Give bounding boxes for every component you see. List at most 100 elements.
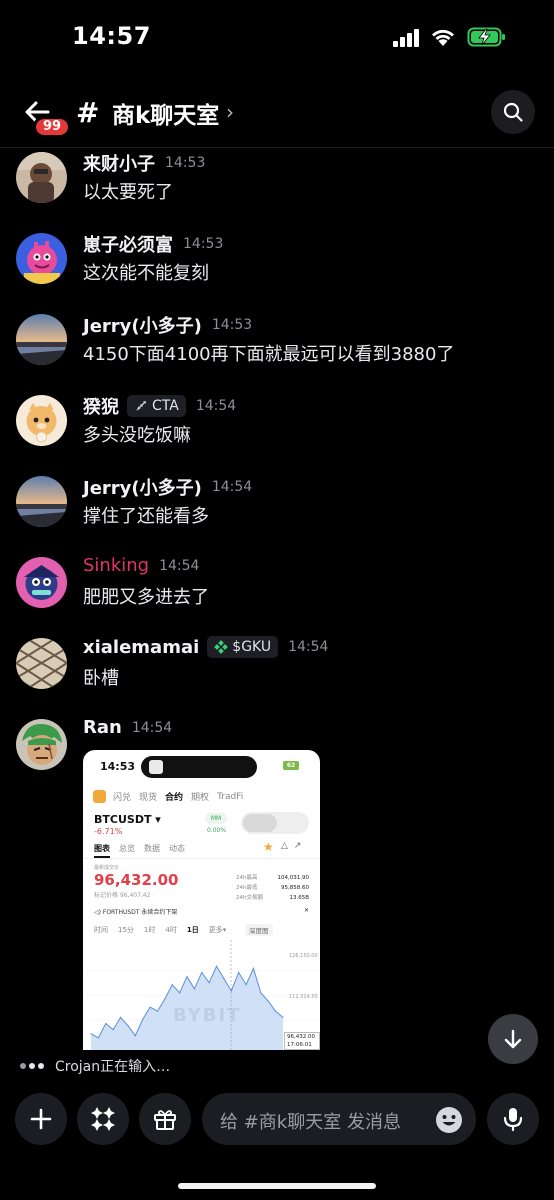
- current-time: 17:06:01: [287, 1042, 312, 1048]
- author-name[interactable]: Jerry(小多子): [83, 474, 202, 500]
- notice-banner: ◁) FORTHUSDT 永续合约下架 ✕: [94, 907, 309, 916]
- channel-name[interactable]: 商k聊天室: [112, 96, 219, 130]
- price-point: [230, 990, 232, 992]
- view-toggle: [241, 812, 309, 834]
- price-point: [164, 998, 166, 1000]
- interval: 15分: [118, 926, 134, 934]
- role-tag[interactable]: $GKU: [207, 636, 279, 658]
- add-button[interactable]: [15, 1093, 67, 1145]
- mm-value: 0.00%: [207, 827, 227, 834]
- nav-item: 现货: [139, 793, 158, 803]
- price-point: [105, 1022, 107, 1025]
- nav-item-active: 合约: [165, 793, 184, 803]
- price-point: [127, 1024, 129, 1027]
- message-time: 14:54: [131, 719, 173, 736]
- role-tag-label: $GKU: [232, 639, 272, 655]
- stat-label: 24h最低: [236, 885, 258, 891]
- green-hair-avatar[interactable]: [16, 719, 67, 770]
- stat-value: 95,858.60: [281, 885, 309, 891]
- divider: [83, 858, 320, 859]
- stats-values: 104,031.90 95,858.60 13.65B: [277, 873, 310, 903]
- message-text: 4150下面4100再下面就最远可以看到3880了: [83, 344, 455, 365]
- toggle-knob: [243, 814, 277, 832]
- price-point: [119, 1016, 122, 1018]
- cartoon-avatar[interactable]: [16, 557, 67, 608]
- channel-hash-icon: #: [76, 96, 100, 129]
- message-header: Jerry(小多子) 14:53: [83, 312, 252, 338]
- attachment-nav: 闪兑 现货 合约 期权 TradFi: [93, 790, 251, 803]
- search-button[interactable]: [491, 90, 535, 134]
- clover-icon: [214, 640, 229, 654]
- author-name[interactable]: Sinking: [83, 555, 149, 576]
- message-header: 崽子必须富 14:53: [83, 231, 223, 257]
- price-point: [179, 992, 181, 994]
- stat-value: 104,031.90: [277, 875, 310, 881]
- home-indicator: [178, 1183, 376, 1189]
- chevron-right-icon[interactable]: ›: [226, 100, 234, 124]
- notice-text: FORTHUSDT 永续合约下架: [102, 909, 178, 916]
- pink-monster-avatar[interactable]: [16, 233, 67, 284]
- mark-price: 标记价格 96,407.42: [94, 892, 151, 899]
- message-time: 14:54: [195, 398, 237, 414]
- floor-tile-avatar[interactable]: [16, 638, 67, 689]
- author-name[interactable]: Ran: [83, 717, 122, 738]
- message-time: 14:53: [211, 317, 253, 333]
- apps-button[interactable]: [77, 1093, 129, 1145]
- typing-indicator: Crojan正在输入…: [20, 1056, 170, 1076]
- tab: 动态: [169, 844, 185, 853]
- channel-header: 99 # 商k聊天室 ›: [0, 78, 554, 148]
- message-input[interactable]: 给 #商k聊天室 发消息: [202, 1093, 476, 1145]
- price-point: [149, 1006, 151, 1008]
- gift-icon: [154, 1110, 176, 1130]
- menu-icon: [93, 790, 106, 803]
- message-list[interactable]: 来财小子 14:53 以太要死了 崽子必须富 14:53 这次能不能复刻 Jer…: [0, 150, 554, 1050]
- author-name[interactable]: 来财小子: [83, 150, 155, 176]
- gift-button[interactable]: [139, 1093, 191, 1145]
- speaker-icon: ◁): [94, 909, 103, 916]
- price-point: [275, 1010, 277, 1012]
- price-point: [208, 982, 210, 984]
- axis-label: 126,150.00: [289, 953, 318, 959]
- battery-charging-icon: [467, 27, 505, 47]
- price-point: [201, 971, 203, 974]
- message-text: 卧槽: [83, 668, 119, 689]
- author-name[interactable]: 猤猊: [83, 393, 119, 419]
- figure-avatar[interactable]: [16, 152, 67, 203]
- voice-button[interactable]: [487, 1093, 539, 1145]
- message-header: Jerry(小多子) 14:54: [83, 474, 252, 500]
- sunset-river-avatar[interactable]: [16, 314, 67, 365]
- message-time: 14:53: [165, 155, 206, 171]
- stat-value: 13.65B: [289, 895, 309, 901]
- price-point: [267, 1000, 269, 1002]
- interval-active: 1日: [186, 926, 199, 934]
- emoji-icon[interactable]: [434, 1105, 464, 1135]
- role-tag[interactable]: CTA: [127, 395, 186, 417]
- sunset-river-avatar[interactable]: [16, 476, 67, 527]
- price-point: [252, 967, 255, 969]
- stat-label: 24h交易额: [236, 895, 263, 901]
- unread-badge: 99: [33, 116, 72, 138]
- message-text: 肥肥又多进去了: [83, 587, 209, 608]
- interval: 1时: [143, 926, 156, 934]
- message-text: 多头没吃饭嘛: [83, 425, 191, 446]
- message-input-placeholder: 给 #商k聊天室 发消息: [220, 1112, 401, 1133]
- author-name[interactable]: Jerry(小多子): [83, 312, 202, 338]
- nav-item: 期权: [191, 793, 210, 803]
- tab: 总览: [119, 844, 135, 853]
- message-text: 撑住了还能看多: [83, 506, 209, 527]
- message-header: Sinking 14:54: [83, 555, 199, 576]
- alert-share-icon: △↗: [281, 841, 308, 851]
- last-price: 96,432.00: [94, 871, 179, 889]
- price-point: [215, 965, 218, 967]
- nav-item: 闪兑: [113, 793, 132, 803]
- message-time: 14:54: [211, 479, 253, 495]
- depth-chart-button: 深度图: [245, 924, 273, 936]
- price-point: [156, 1010, 159, 1012]
- price-point: [282, 1016, 284, 1018]
- image-attachment[interactable]: 14:53 62 闪兑 现货 合约 期权 TradFi BTCUSDT ▾ -6…: [83, 750, 320, 1050]
- cute-tiger-avatar[interactable]: [16, 395, 67, 446]
- author-name[interactable]: xialemamai: [83, 637, 199, 658]
- close-icon: ✕: [303, 907, 309, 914]
- author-name[interactable]: 崽子必须富: [83, 231, 173, 257]
- scroll-down-button[interactable]: [488, 1014, 538, 1064]
